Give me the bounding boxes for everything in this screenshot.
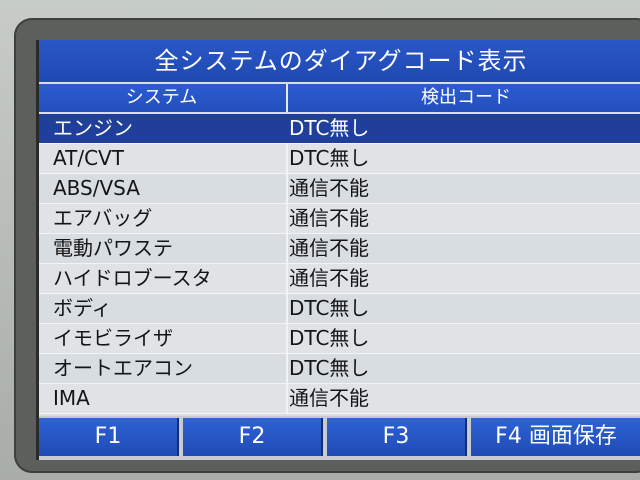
row-divider [286, 144, 288, 173]
detected-code: 通信不能 [289, 266, 369, 290]
screen-title: 全システムのダイアグコード表示 [39, 40, 640, 82]
system-name: AT/CVT [53, 146, 124, 170]
system-code-table: エンジン DTC無し AT/CVT DTC無し ABS/VSA 通信不能 エアバ… [39, 114, 640, 414]
detected-code: DTC無し [289, 116, 370, 140]
row-divider [286, 354, 288, 383]
row-divider [286, 324, 288, 353]
detected-code: 通信不能 [289, 386, 369, 410]
system-name: IMA [53, 386, 90, 410]
f3-button[interactable]: F3 [327, 418, 467, 456]
row-divider [286, 264, 288, 293]
f4-save-screen-button[interactable]: F4 画面保存 [471, 418, 640, 456]
f2-button[interactable]: F2 [183, 418, 323, 456]
diagnostic-screen: 全システムのダイアグコード表示 システム 検出コード エンジン DTC無し AT… [36, 40, 640, 460]
system-name: ハイドロブースタ [53, 266, 212, 290]
table-row[interactable]: オートエアコン DTC無し [39, 354, 640, 384]
detected-code: 通信不能 [289, 236, 369, 260]
table-row[interactable]: ハイドロブースタ 通信不能 [39, 264, 640, 294]
function-key-bar: F1 F2 F3 F4 画面保存 [39, 416, 640, 460]
row-divider [286, 384, 288, 413]
system-name: エアバッグ [53, 206, 153, 230]
header-detected-code: 検出コード [421, 87, 511, 108]
f1-button[interactable]: F1 [39, 418, 179, 456]
row-divider [286, 174, 288, 203]
system-name: エンジン [53, 116, 133, 140]
table-row[interactable]: イモビライザ DTC無し [39, 324, 640, 354]
table-row[interactable]: 電動パワステ 通信不能 [39, 234, 640, 264]
detected-code: DTC無し [289, 326, 370, 350]
header-divider [286, 84, 288, 112]
system-name: イモビライザ [53, 326, 173, 350]
table-row[interactable]: エンジン DTC無し [39, 114, 640, 144]
detected-code: 通信不能 [289, 206, 369, 230]
row-divider [286, 294, 288, 323]
table-row[interactable]: AT/CVT DTC無し [39, 144, 640, 174]
row-divider [286, 204, 288, 233]
system-name: ボディ [53, 296, 112, 320]
detected-code: DTC無し [289, 146, 370, 170]
detected-code: DTC無し [289, 356, 370, 380]
header-system: システム [125, 87, 198, 108]
detected-code: 通信不能 [289, 176, 369, 200]
row-divider [286, 234, 288, 263]
system-name: ABS/VSA [53, 176, 140, 200]
table-row[interactable]: IMA 通信不能 [39, 384, 640, 414]
detected-code: DTC無し [289, 296, 370, 320]
system-name: オートエアコン [53, 356, 193, 380]
table-row[interactable]: エアバッグ 通信不能 [39, 204, 640, 234]
system-name: 電動パワステ [53, 236, 173, 260]
row-divider [286, 114, 288, 143]
table-row[interactable]: ボディ DTC無し [39, 294, 640, 324]
table-row[interactable]: ABS/VSA 通信不能 [39, 174, 640, 204]
table-header: システム 検出コード [39, 84, 640, 112]
diagnostic-device: 全システムのダイアグコード表示 システム 検出コード エンジン DTC無し AT… [0, 0, 640, 480]
